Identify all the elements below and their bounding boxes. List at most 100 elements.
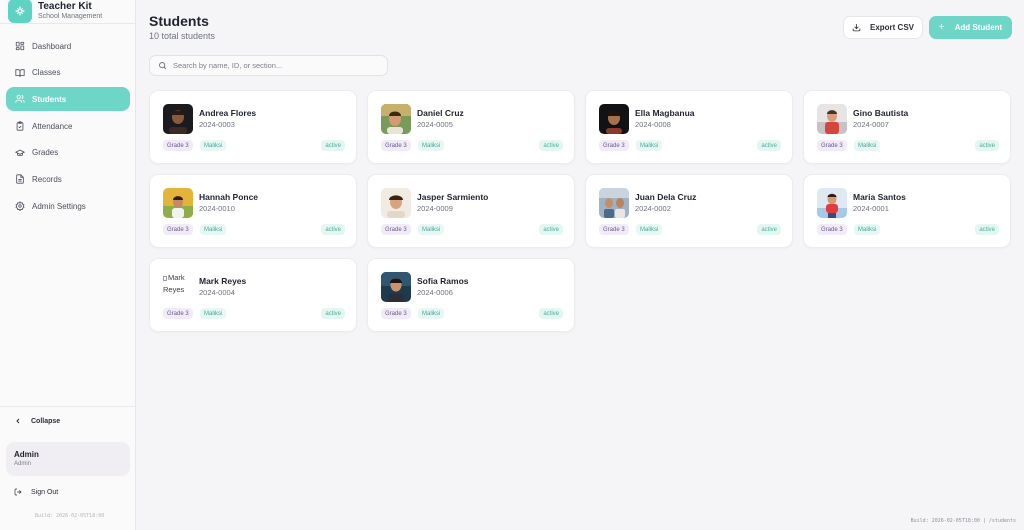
student-id: 2024-0007 xyxy=(853,120,889,129)
book-icon xyxy=(15,68,25,77)
student-name: Andrea Flores xyxy=(199,108,257,118)
brand[interactable]: Teacher Kit School Management xyxy=(0,0,135,24)
sign-out-label: Sign Out xyxy=(31,488,59,496)
status-badge: active xyxy=(321,224,345,235)
section-badge: Maliksi xyxy=(418,224,445,235)
section-badge: Maliksi xyxy=(418,140,445,151)
section-badge: Maliksi xyxy=(200,224,227,235)
sidebar-item-grades[interactable]: Grades xyxy=(6,141,130,165)
export-csv-button[interactable]: Export CSV xyxy=(843,16,923,39)
student-card[interactable]: Andrea Flores 2024-0003 Grade 3 Maliksi … xyxy=(149,90,357,164)
grade-badge: Grade 3 xyxy=(381,140,411,151)
download-icon xyxy=(852,24,861,32)
student-grid: Andrea Flores 2024-0003 Grade 3 Maliksi … xyxy=(149,90,1013,332)
section-badge: Maliksi xyxy=(636,224,663,235)
student-id: 2024-0003 xyxy=(199,120,235,129)
users-icon xyxy=(15,95,25,104)
file-text-icon xyxy=(16,174,24,185)
sidebar-item-records[interactable]: Records xyxy=(6,167,130,191)
student-id: 2024-0001 xyxy=(853,204,889,213)
add-student-label: Add Student xyxy=(954,23,1003,32)
sidebar-item-students[interactable]: Students xyxy=(6,87,130,112)
student-id: 2024-0005 xyxy=(417,120,453,129)
search-input[interactable] xyxy=(173,61,373,70)
main-content: Students 10 total students Export CSV + … xyxy=(137,0,1024,530)
student-card[interactable]: Maria Santos 2024-0001 Grade 3 Maliksi a… xyxy=(803,174,1011,248)
chevron-left-icon xyxy=(16,418,20,424)
grade-badge: Grade 3 xyxy=(599,224,629,235)
sidebar-item-classes[interactable]: Classes xyxy=(6,61,130,85)
dashboard-icon xyxy=(15,41,25,51)
status-badge: active xyxy=(757,140,781,151)
student-avatar xyxy=(381,272,411,302)
student-card[interactable]: Gino Bautista 2024-0007 Grade 3 Maliksi … xyxy=(803,90,1011,164)
sidebar-item-label: Admin Settings xyxy=(32,201,86,211)
grade-badge: Grade 3 xyxy=(163,308,193,319)
section-badge: Maliksi xyxy=(200,308,227,319)
student-name: Maria Santos xyxy=(853,192,906,202)
student-card[interactable]: Juan Dela Cruz 2024-0002 Grade 3 Maliksi… xyxy=(585,174,793,248)
build-info: Build: 2026-02-05T18:00 xyxy=(35,513,105,519)
student-card[interactable]: Sofia Ramos 2024-0006 Grade 3 Maliksi ac… xyxy=(367,258,575,332)
sidebar-item-label: Students xyxy=(32,94,67,104)
student-name: Sofia Ramos xyxy=(417,276,469,286)
clipboard-check-icon xyxy=(16,121,24,131)
sidebar-item-label: Records xyxy=(32,174,62,184)
sidebar-item-label: Attendance xyxy=(32,121,73,131)
search-bar xyxy=(149,55,388,76)
student-card[interactable]: Hannah Ponce 2024-0010 Grade 3 Maliksi a… xyxy=(149,174,357,248)
plus-icon: + xyxy=(938,22,945,33)
status-badge: active xyxy=(975,224,999,235)
grade-badge: Grade 3 xyxy=(817,224,847,235)
section-badge: Maliksi xyxy=(418,308,445,319)
student-name: Hannah Ponce xyxy=(199,192,259,202)
student-name: Juan Dela Cruz xyxy=(635,192,697,202)
app-title: Teacher Kit xyxy=(38,0,92,12)
sidebar-footer: Collapse Admin Admin Sign Out Build: 202… xyxy=(0,406,136,530)
status-badge: active xyxy=(539,308,563,319)
search-icon xyxy=(159,62,167,70)
sidebar-item-label: Dashboard xyxy=(32,41,72,51)
user-card[interactable]: Admin Admin xyxy=(6,442,130,476)
graduation-cap-icon xyxy=(15,149,25,156)
student-avatar xyxy=(163,104,193,134)
student-id: 2024-0009 xyxy=(417,204,453,213)
sidebar: Teacher Kit School Management Dashboard … xyxy=(0,0,136,530)
grade-badge: Grade 3 xyxy=(381,224,411,235)
sidebar-item-admin-settings[interactable]: Admin Settings xyxy=(6,194,130,218)
sidebar-item-label: Grades xyxy=(32,148,59,158)
build-footer: Build: 2026-02-05T18:00 | /students xyxy=(910,518,1016,524)
student-card[interactable]: Daniel Cruz 2024-0005 Grade 3 Maliksi ac… xyxy=(367,90,575,164)
status-badge: active xyxy=(757,224,781,235)
student-card[interactable]: Ella Magbanua 2024-0008 Grade 3 Maliksi … xyxy=(585,90,793,164)
section-badge: Maliksi xyxy=(854,140,881,151)
student-avatar xyxy=(817,104,847,134)
student-count: 10 total students xyxy=(149,31,216,41)
section-badge: Maliksi xyxy=(200,140,227,151)
section-badge: Maliksi xyxy=(854,224,881,235)
collapse-button[interactable]: Collapse xyxy=(14,417,60,425)
student-avatar xyxy=(381,188,411,218)
student-avatar-broken-image: Mark Reyes xyxy=(163,272,193,302)
status-badge: active xyxy=(539,224,563,235)
add-student-button[interactable]: + Add Student xyxy=(929,16,1012,39)
sign-out-button[interactable]: Sign Out xyxy=(14,488,58,496)
student-card[interactable]: Jasper Sarmiento 2024-0009 Grade 3 Malik… xyxy=(367,174,575,248)
sidebar-item-dashboard[interactable]: Dashboard xyxy=(6,34,130,58)
status-badge: active xyxy=(321,140,345,151)
student-id: 2024-0008 xyxy=(635,120,671,129)
student-id: 2024-0004 xyxy=(199,288,235,297)
student-avatar xyxy=(163,188,193,218)
status-badge: active xyxy=(539,140,563,151)
student-card[interactable]: Mark Reyes Mark Reyes 2024-0004 Grade 3 … xyxy=(149,258,357,332)
sidebar-nav: Dashboard Classes Students Attendance Gr… xyxy=(6,34,130,221)
log-out-icon xyxy=(14,488,22,496)
user-role: Admin xyxy=(14,461,32,467)
student-avatar xyxy=(599,188,629,218)
student-avatar xyxy=(381,104,411,134)
grade-badge: Grade 3 xyxy=(163,140,193,151)
grade-badge: Grade 3 xyxy=(163,224,193,235)
app-subtitle: School Management xyxy=(38,12,103,20)
sidebar-item-attendance[interactable]: Attendance xyxy=(6,114,130,138)
grade-badge: Grade 3 xyxy=(599,140,629,151)
